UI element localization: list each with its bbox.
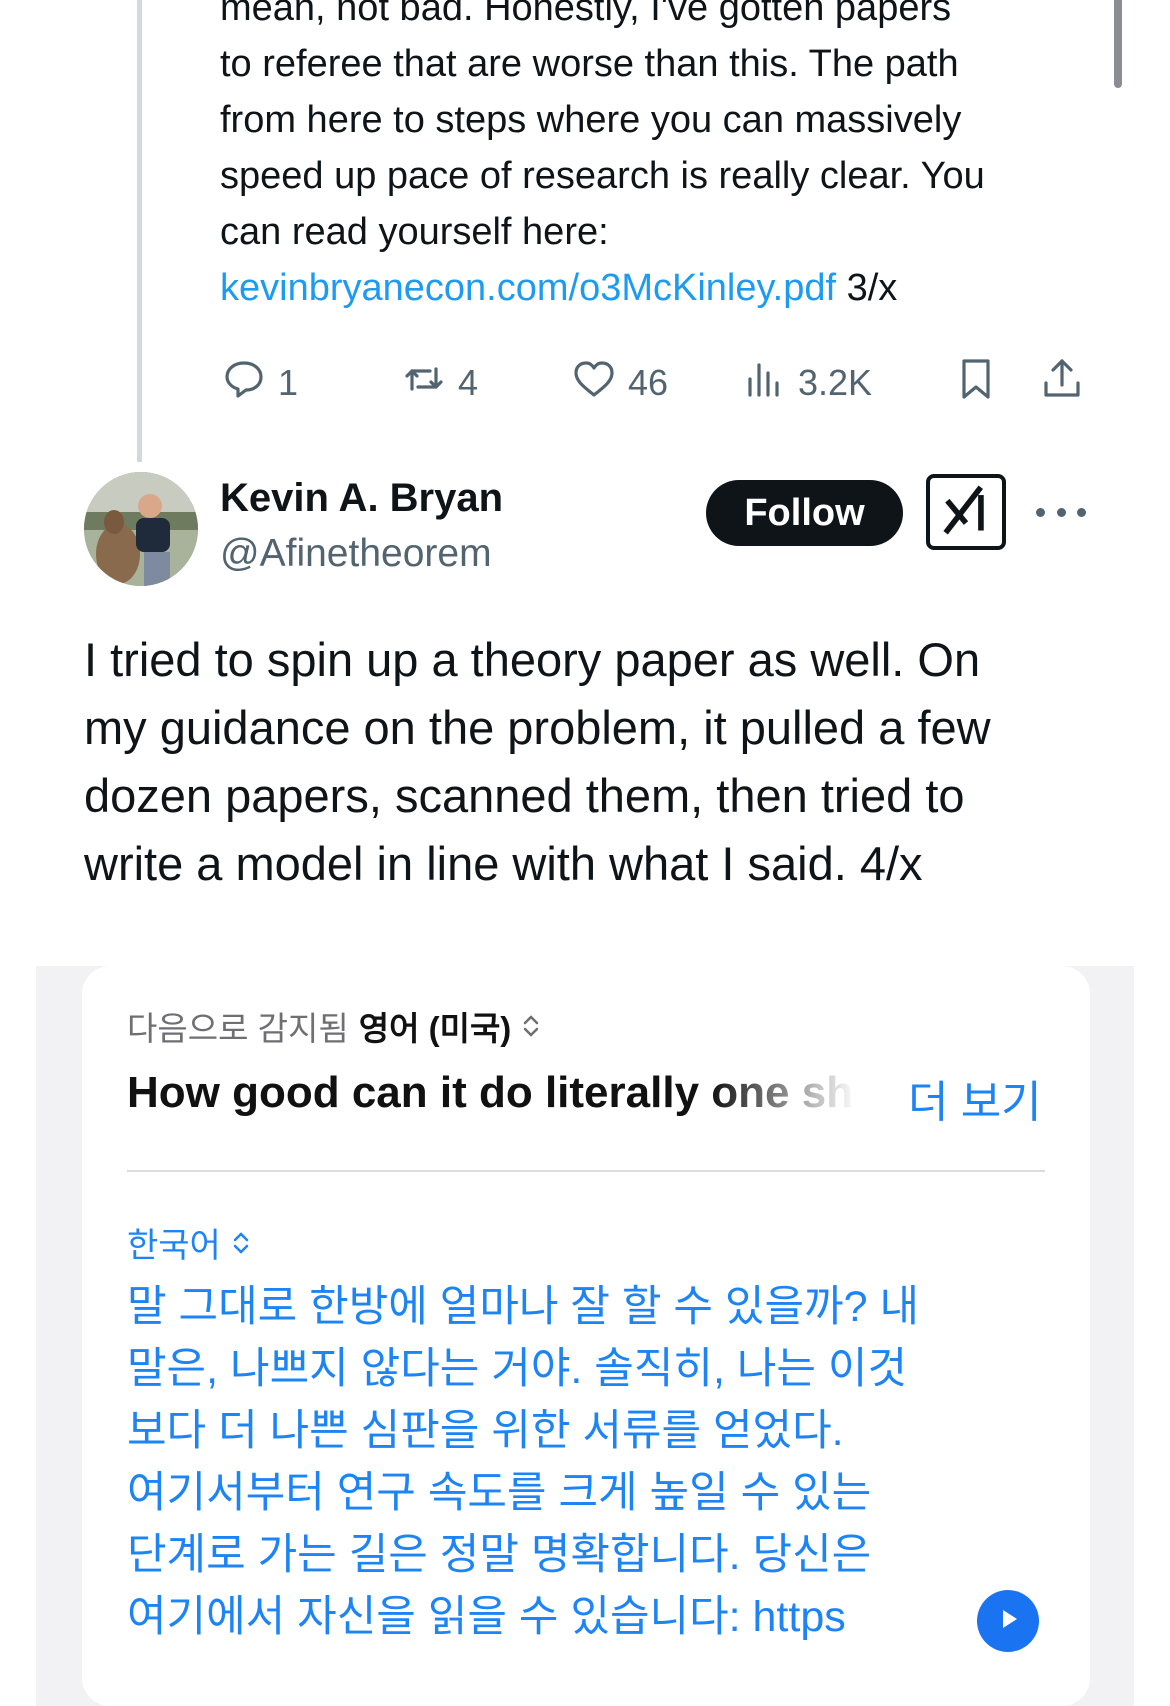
translated-line: 말은, 나쁘지 않다는 거야. 솔직히, 나는 이것 xyxy=(127,1345,908,1393)
repost-icon xyxy=(400,355,448,412)
detected-language: 영어 (미국) xyxy=(358,1010,512,1047)
more-options-button[interactable] xyxy=(1036,494,1086,530)
chevron-up-down-icon xyxy=(231,1228,251,1258)
reply-button[interactable]: 1 xyxy=(220,355,298,411)
author-handle[interactable]: @Afinetheorem xyxy=(220,532,492,576)
more-dot xyxy=(1056,507,1066,517)
author-name[interactable]: Kevin A. Bryan xyxy=(220,476,503,521)
tweet-action-bar: 1 4 46 3.2K xyxy=(220,355,1090,411)
previous-tweet-line: can read yourself here: xyxy=(220,211,609,253)
divider xyxy=(127,1170,1045,1172)
detected-prefix: 다음으로 감지됨 xyxy=(127,1010,349,1047)
previous-tweet-link-line: kevinbryanecon.com/o3McKinley.pdf 3/x xyxy=(220,260,1120,316)
detected-language-row[interactable]: 다음으로 감지됨 영어 (미국) xyxy=(127,1002,541,1050)
tweet-text-line: write a model in line with what I said. … xyxy=(84,837,923,890)
pdf-link[interactable]: kevinbryanecon.com/o3McKinley.pdf xyxy=(220,267,836,309)
play-audio-button[interactable] xyxy=(977,1590,1039,1652)
tweet-text: I tried to spin up a theory paper as wel… xyxy=(84,626,1084,898)
views-button[interactable]: 3.2K xyxy=(740,355,872,411)
like-count: 46 xyxy=(628,362,669,403)
bookmark-icon xyxy=(952,355,1000,412)
like-button[interactable]: 46 xyxy=(570,355,668,411)
tweet-text-line: my guidance on the problem, it pulled a … xyxy=(84,701,991,754)
tweet-text-line: dozen papers, scanned them, then tried t… xyxy=(84,769,965,822)
avatar-photo xyxy=(84,472,198,586)
analytics-icon xyxy=(740,355,788,412)
translated-line: 보다 더 나쁜 심판을 위한 서류를 얻었다. xyxy=(127,1407,844,1455)
tweet-text-line: I tried to spin up a theory paper as wel… xyxy=(84,633,981,686)
follow-button[interactable]: Follow xyxy=(706,480,903,546)
previous-tweet-text: mean, not bad. Honestly, I've gotten pap… xyxy=(220,0,1120,316)
reply-count: 1 xyxy=(278,362,299,403)
translated-line: 여기서부터 연구 속도를 크게 높일 수 있는 xyxy=(127,1469,872,1517)
play-icon xyxy=(993,1604,1023,1639)
source-text: How good can it do literally one shot? xyxy=(127,1068,857,1117)
grok-button[interactable] xyxy=(926,474,1006,550)
translated-line: 단계로 가는 길은 정말 명확합니다. 당신은 xyxy=(127,1531,872,1579)
repost-count: 4 xyxy=(458,362,479,403)
thread-connector-line xyxy=(137,0,142,462)
previous-tweet-line: to referee that are worse than this. The… xyxy=(220,43,959,85)
target-language: 한국어 xyxy=(127,1227,221,1265)
previous-tweet-line: speed up pace of research is really clea… xyxy=(220,155,985,197)
reply-icon xyxy=(220,355,268,412)
previous-tweet-line: mean, not bad. Honestly, I've gotten pap… xyxy=(220,0,952,29)
avatar[interactable] xyxy=(84,472,198,586)
translated-line: 말 그대로 한방에 얼마나 잘 할 수 있을까? 내 xyxy=(127,1283,920,1331)
heart-icon xyxy=(570,355,618,412)
see-more-button[interactable]: 더 보기 xyxy=(908,1066,1042,1130)
more-dot xyxy=(1036,507,1045,517)
previous-tweet-line: from here to steps where you can massive… xyxy=(220,99,962,141)
share-button[interactable] xyxy=(1038,355,1086,411)
chevron-up-down-icon xyxy=(521,1011,541,1041)
views-count: 3.2K xyxy=(798,362,873,403)
translated-text: 말 그대로 한방에 얼마나 잘 할 수 있을까? 내 말은, 나쁘지 않다는 거… xyxy=(127,1276,987,1648)
grok-icon xyxy=(938,482,994,543)
thread-counter: 3/x xyxy=(836,267,898,309)
bookmark-button[interactable] xyxy=(952,355,1000,411)
translated-line: 여기에서 자신을 읽을 수 있습니다: https xyxy=(127,1593,846,1641)
target-language-selector[interactable]: 한국어 xyxy=(127,1218,251,1267)
repost-button[interactable]: 4 xyxy=(400,355,478,411)
share-icon xyxy=(1038,355,1086,412)
more-dot xyxy=(1077,507,1086,517)
